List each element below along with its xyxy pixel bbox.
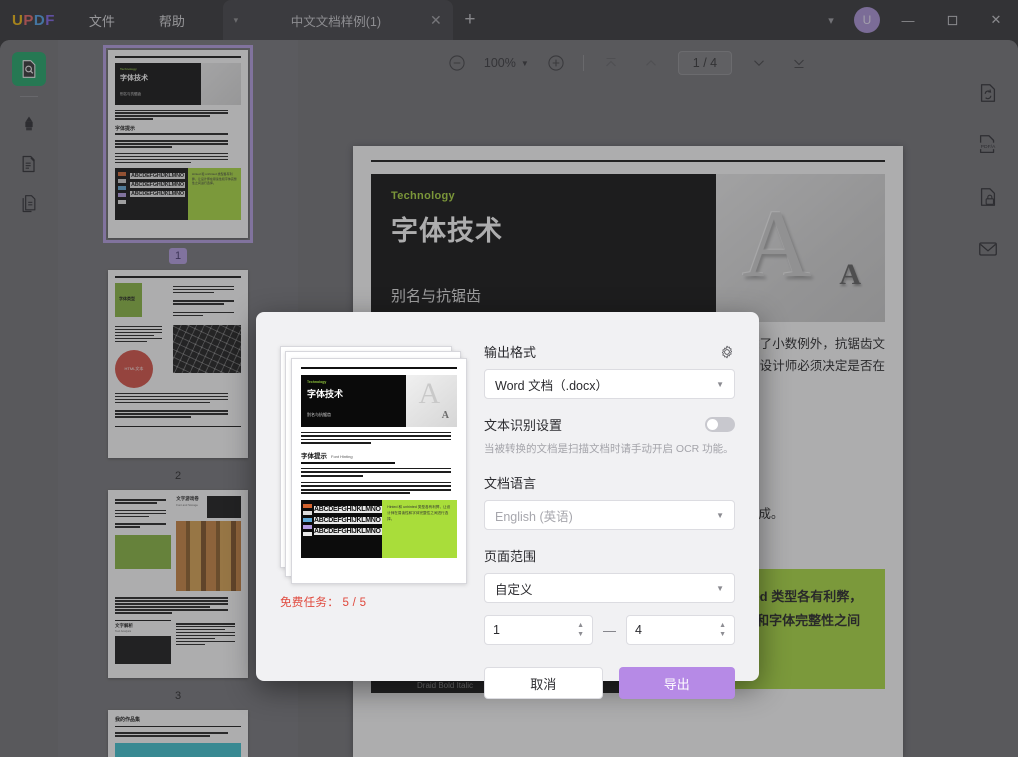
document-preview-stack: Technology 字体技术 别名与抗锯齿 A A 字体提示 Font Hin…	[280, 346, 467, 584]
language-value: English (英语)	[495, 509, 573, 524]
page-range-from-value: 1	[493, 623, 500, 638]
preview-specimen-row-1: ABCDEFGHIJKLMNO	[314, 506, 383, 514]
export-settings-pane: 输出格式 Word 文档（.docx） ▼ 文本识别设置 当被转换的文档是扫描文…	[484, 312, 759, 700]
ocr-hint: 当被转换的文档是扫描文档时请手动开启 OCR 功能。	[484, 443, 734, 455]
preview-page-front: Technology 字体技术 别名与抗锯齿 A A 字体提示 Font Hin…	[291, 358, 467, 584]
preview-title: 字体技术	[307, 388, 344, 399]
page-range-to-value: 4	[635, 623, 642, 638]
toggle-knob	[707, 419, 718, 430]
export-preview-pane: Technology 字体技术 别名与抗锯齿 A A 字体提示 Font Hin…	[256, 312, 484, 681]
page-range-from-input[interactable]: 1 ▲ ▼	[484, 615, 593, 646]
page-range-label: 页面范围	[484, 549, 537, 565]
preview-subtitle: 别名与抗锯齿	[307, 411, 331, 417]
gear-icon[interactable]	[719, 344, 735, 360]
free-task-counter: 免费任务： 5 / 5	[280, 597, 367, 609]
preview-specimen-row-3: ABCDEFGHIJKLMNO	[314, 528, 383, 536]
output-format-select[interactable]: Word 文档（.docx） ▼	[484, 369, 735, 399]
preview-section-heading: 字体提示 Font Hinting	[301, 450, 457, 460]
preview-green-note: Hinted 和 unhinted 类型各有利弊，让设计师在易读性和字体完整性之…	[387, 505, 451, 521]
cancel-button[interactable]: 取消	[484, 667, 603, 700]
spinner-arrows-icon[interactable]: ▲ ▼	[577, 622, 584, 638]
ocr-toggle[interactable]	[705, 417, 735, 432]
chevron-down-icon: ▼	[716, 379, 724, 389]
letter-a-small-icon: A	[441, 409, 449, 421]
preview-specimen-row-2: ABCDEFGHIJKLMNO	[314, 517, 383, 525]
page-range-mode: 自定义	[495, 582, 533, 597]
ocr-header: 文本识别设置	[484, 415, 735, 434]
application-window: U P D F 文件 帮助 ▾ 中文文档样例(1) ✕ + ▾ U — ✕ Te…	[0, 0, 1018, 757]
output-format-value: Word 文档（.docx）	[495, 378, 608, 393]
dialog-actions: 取消 导出	[484, 667, 735, 700]
page-range-separator: —	[603, 622, 616, 638]
preview-kicker: Technology	[307, 379, 327, 384]
letter-a-large-icon: A	[418, 376, 441, 410]
output-format-label: 输出格式	[484, 345, 537, 360]
ocr-label: 文本识别设置	[484, 418, 563, 433]
preview-section-heading-en: Font Hinting	[331, 454, 353, 460]
chevron-down-icon: ▼	[716, 510, 724, 520]
page-range-select[interactable]: 自定义 ▼	[484, 573, 735, 604]
export-dialog: Technology 字体技术 别名与抗锯齿 A A 字体提示 Font Hin…	[256, 312, 759, 700]
chevron-down-icon: ▼	[716, 583, 724, 593]
language-select[interactable]: English (英语) ▼	[484, 500, 735, 531]
export-button[interactable]: 导出	[618, 667, 735, 700]
page-range-inputs: 1 ▲ ▼ — 4 ▲ ▼	[484, 615, 735, 646]
language-label: 文档语言	[484, 476, 537, 492]
spinner-arrows-icon[interactable]: ▲ ▼	[719, 622, 726, 638]
page-range-to-input[interactable]: 4 ▲ ▼	[626, 615, 735, 646]
preview-section-heading-text: 字体提示	[301, 453, 327, 461]
gear-icon-glyph	[721, 345, 733, 358]
output-format-header: 输出格式	[484, 342, 735, 361]
